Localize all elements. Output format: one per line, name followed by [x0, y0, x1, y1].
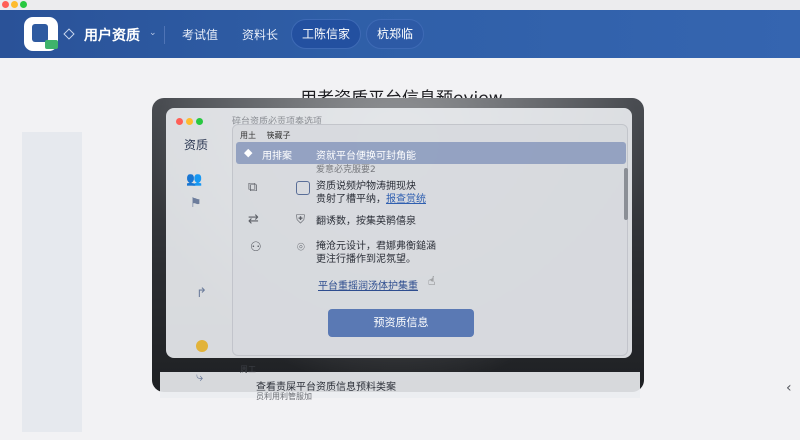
- window-titlebar: [0, 0, 800, 10]
- bottom-item-subtitle: 员利用利管服加: [256, 392, 312, 401]
- row-3: 掩沧元设计，君娜弗衡鎚涵 更注行播作到泥氛望。: [316, 240, 436, 266]
- arrow-corner-icon[interactable]: ↱: [196, 286, 207, 301]
- tag-1: 用土: [240, 131, 256, 140]
- nav-item-4[interactable]: 杭郑临: [366, 19, 424, 49]
- inner-maximize-dot: [196, 118, 203, 125]
- row-1-line2: 贵射了槽平纳，报查赏统: [316, 193, 426, 206]
- nav-item-1[interactable]: 考试值: [182, 26, 218, 43]
- inner-close-dot: [176, 118, 183, 125]
- user-swap-icon[interactable]: ⇄: [248, 212, 259, 227]
- row-1-link[interactable]: 报查赏统: [386, 194, 426, 205]
- dialog-scrollbar[interactable]: [624, 168, 628, 220]
- selected-row[interactable]: [236, 142, 626, 164]
- chevron-left-icon[interactable]: ‹: [786, 380, 792, 396]
- selected-row-detail: 资就平台便换可封角能: [316, 151, 416, 162]
- row-2: 翻诱数，按集英鹡僖泉: [316, 216, 416, 227]
- tag-2: 筷藏子: [266, 131, 291, 140]
- person-icon[interactable]: ⚇: [250, 240, 262, 255]
- location-pin-icon: ⌾: [297, 240, 305, 255]
- gem-icon: ◆: [244, 146, 253, 159]
- inner-sidebar: [22, 132, 82, 432]
- brand-title[interactable]: 用户资质: [84, 25, 140, 45]
- maximize-window-button[interactable]: [20, 1, 27, 8]
- nav-item-3-active[interactable]: 工陈信家: [291, 19, 361, 49]
- nav-divider: [164, 26, 165, 44]
- dialog-top-tags: 用土 筷藏子: [240, 130, 291, 141]
- flag-icon[interactable]: ⚑: [190, 196, 202, 211]
- row-3-line1: 掩沧元设计，君娜弗衡鎚涵: [316, 241, 436, 252]
- bottom-preview-strip: [160, 372, 640, 398]
- copy-icon[interactable]: ⧉: [248, 180, 257, 195]
- preview-qualification-button[interactable]: 预资质信息: [328, 309, 474, 337]
- hand-pointer-icon: ☝: [428, 274, 436, 288]
- chevron-down-icon[interactable]: ⌄: [149, 28, 157, 38]
- list-icon: [296, 181, 310, 195]
- inner-minimize-dot: [186, 118, 193, 125]
- close-window-button[interactable]: [2, 1, 9, 8]
- row-3-line2: 更注行播作到泥氛望。: [316, 254, 416, 265]
- row-1: 资质说频炉物涛拥现炔 贵射了槽平纳，报查赏统: [316, 180, 426, 206]
- top-navigation-bar: 用户资质 ⌄ 考试值 资料长 工陈信家 杭郑临: [0, 10, 800, 58]
- verified-badge-icon: [45, 40, 58, 49]
- row-1-line2-prefix: 贵射了槽平纳，: [316, 194, 386, 205]
- diamond-icon: [63, 28, 75, 40]
- row-1-line1: 资质说频炉物涛拥现炔: [316, 181, 416, 192]
- ghost-line: 爱意必克服要2: [316, 165, 376, 175]
- sun-icon: [196, 340, 208, 352]
- bottom-tag: 周工: [240, 365, 256, 374]
- app-logo[interactable]: [24, 17, 58, 51]
- dialog-link[interactable]: 平台重摇润汤体护集重: [318, 277, 418, 292]
- branch-icon[interactable]: ⤷: [196, 370, 203, 385]
- minimize-window-button[interactable]: [11, 1, 18, 8]
- shield-icon: ⛨: [296, 212, 306, 226]
- inner-sidebar-label[interactable]: 资质: [184, 136, 208, 153]
- users-icon[interactable]: 👥: [186, 172, 202, 187]
- selected-row-title: 用排案: [262, 151, 292, 162]
- nav-item-2[interactable]: 资料长: [242, 26, 278, 43]
